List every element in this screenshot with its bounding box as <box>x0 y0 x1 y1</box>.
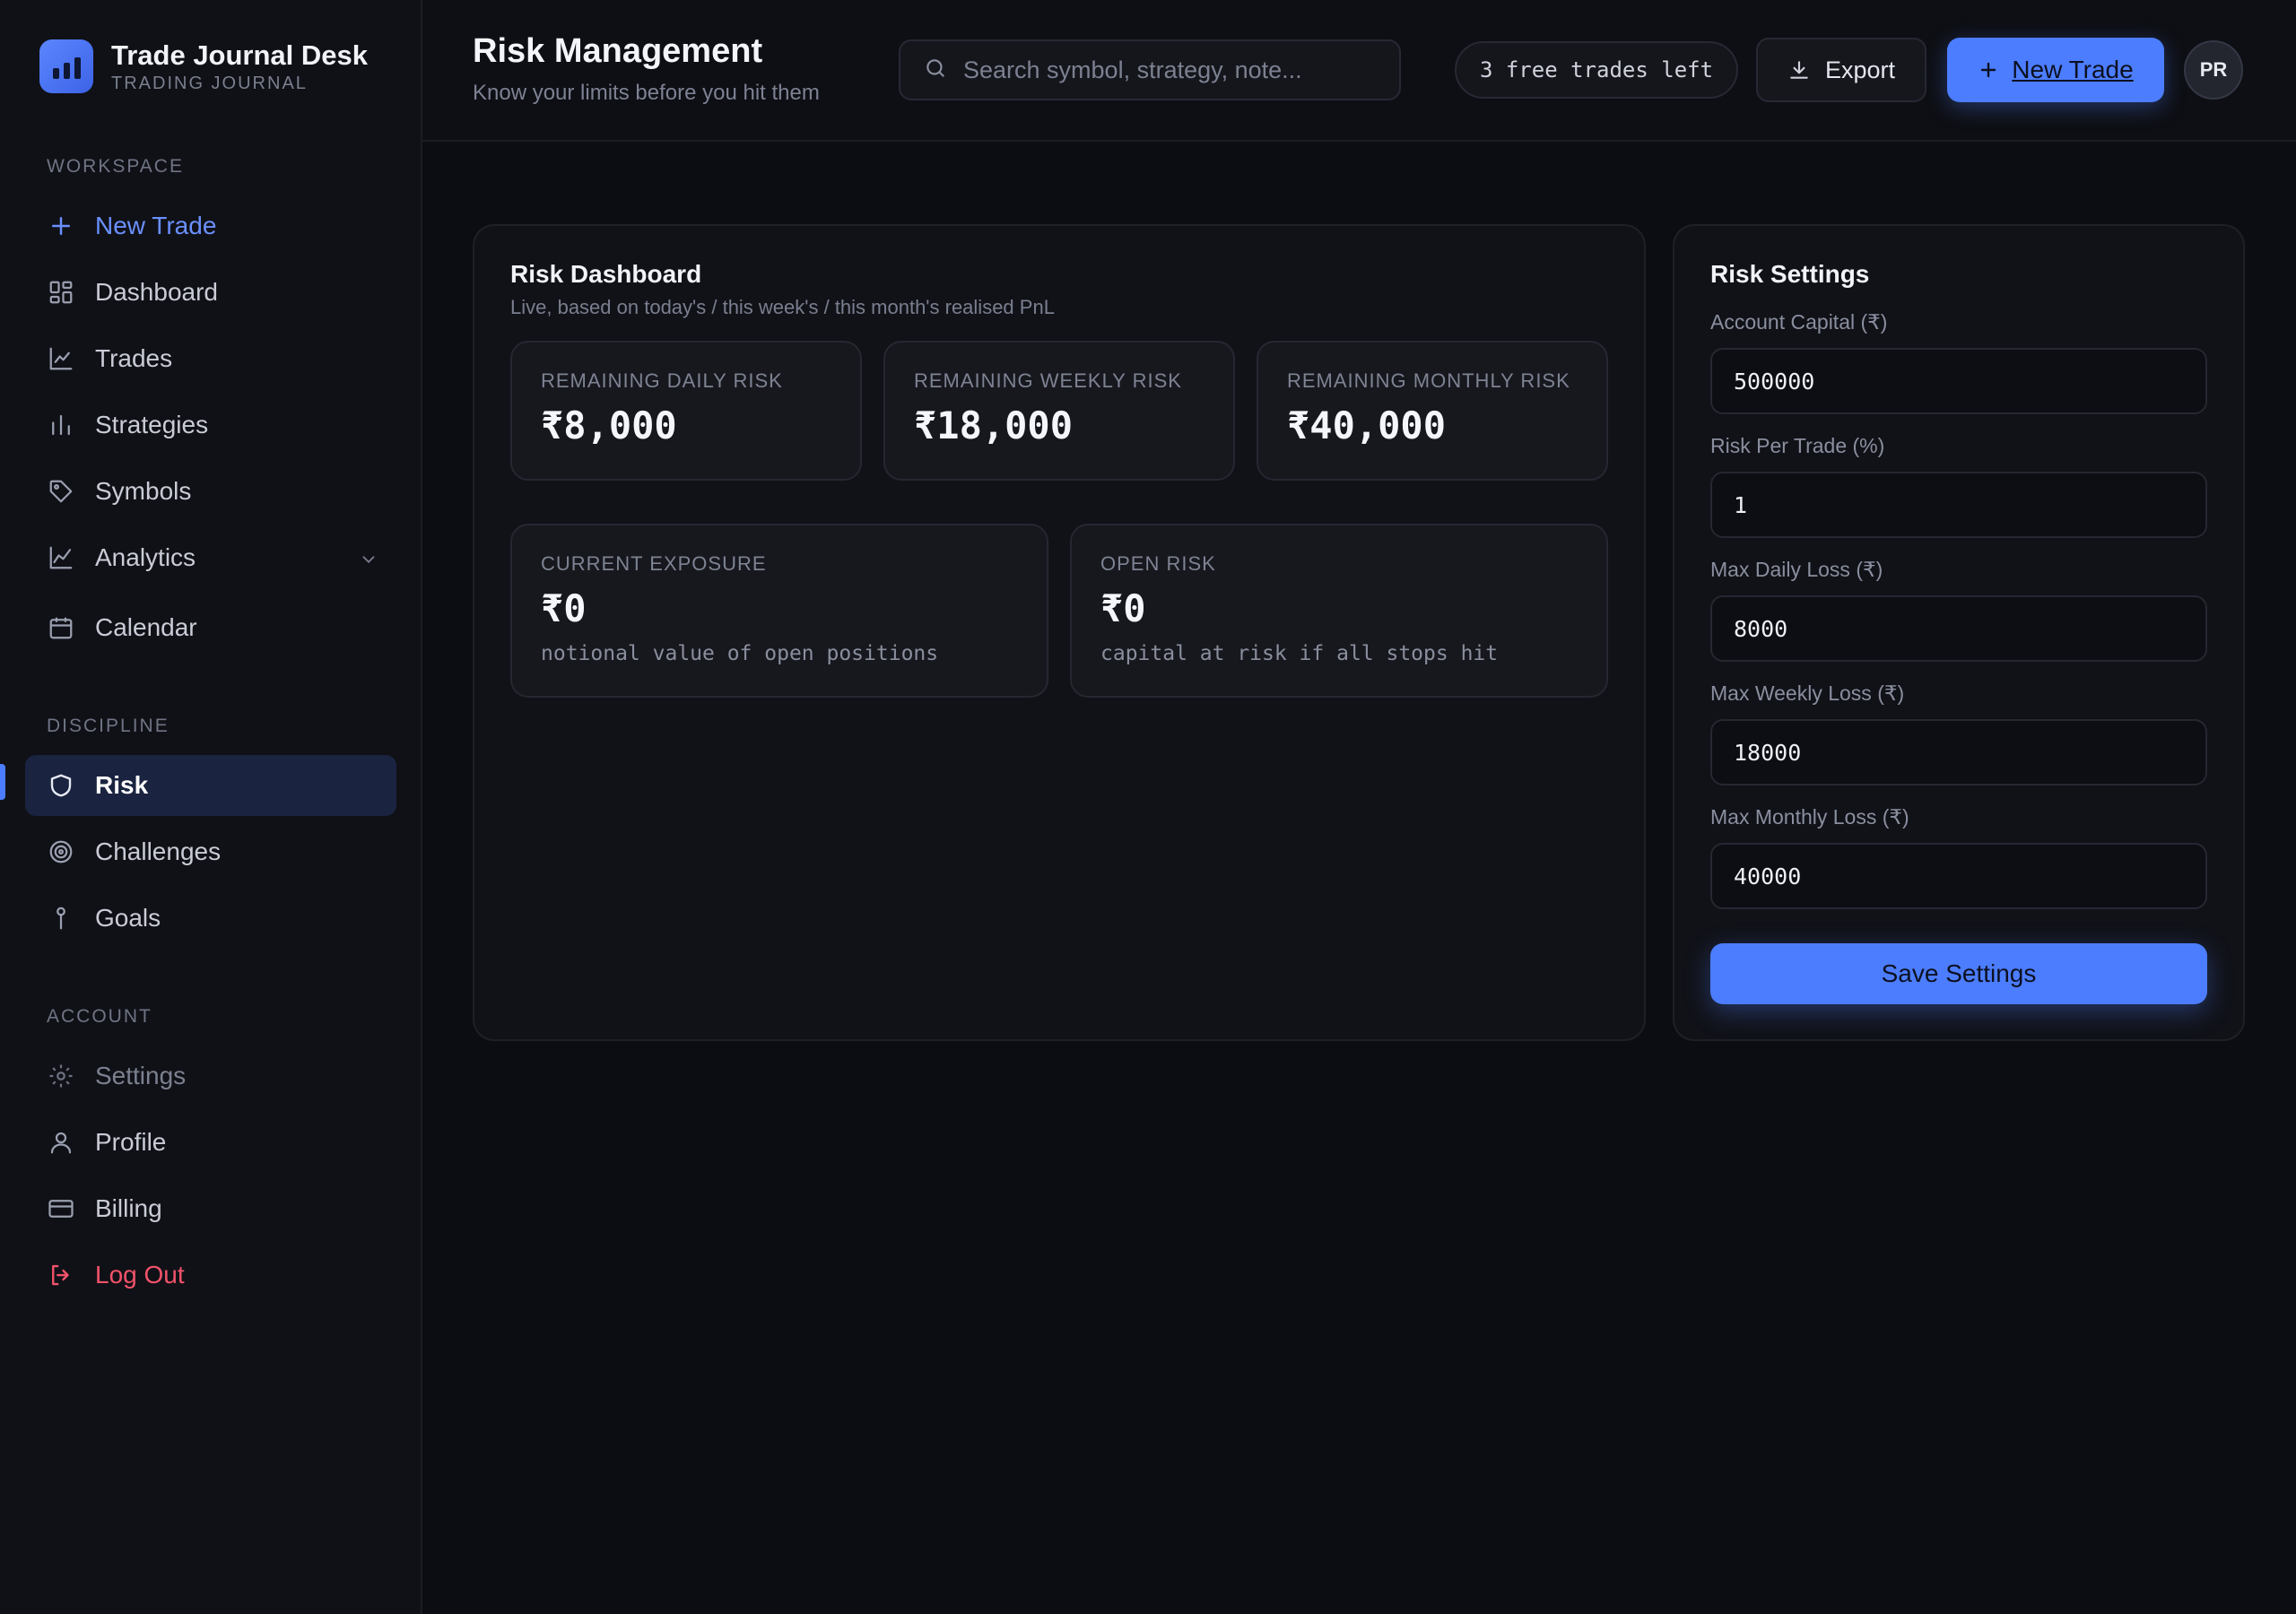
sidebar-item-calendar[interactable]: Calendar <box>25 597 396 658</box>
account-capital-field[interactable] <box>1710 348 2207 414</box>
section-label-workspace: WORKSPACE <box>47 156 184 177</box>
sidebar-item-label: Profile <box>95 1128 167 1156</box>
sidebar-item-label: Goals <box>95 904 161 932</box>
target-icon <box>47 837 75 866</box>
search-input[interactable] <box>963 56 1394 84</box>
sidebar-item-settings[interactable]: Settings <box>25 1046 396 1106</box>
stat-note: capital at risk if all stops hit <box>1100 642 1499 665</box>
risk-per-trade-field[interactable] <box>1710 472 2207 538</box>
stat-value: ₹0 <box>1100 586 1146 630</box>
page-title: Risk Management <box>473 32 763 70</box>
shield-icon <box>47 771 75 800</box>
stat-label: REMAINING DAILY RISK <box>541 369 783 392</box>
sidebar-item-label: New Trade <box>95 212 217 239</box>
section-label-account: ACCOUNT <box>47 1006 152 1027</box>
remaining-weekly-risk-card: REMAINING WEEKLY RISK ₹18,000 <box>883 341 1235 481</box>
stat-label: CURRENT EXPOSURE <box>541 552 767 575</box>
risk-per-trade-label: Risk Per Trade (%) <box>1710 434 1885 457</box>
panel-subtitle: Live, based on today's / this week's / t… <box>510 296 1055 318</box>
sidebar-item-label: Log Out <box>95 1261 185 1289</box>
analytics-icon <box>47 543 75 572</box>
max-monthly-loss-label: Max Monthly Loss (₹) <box>1710 805 1909 829</box>
sidebar-item-label: Calendar <box>95 613 197 641</box>
new-trade-button[interactable]: New Trade <box>1947 38 2164 102</box>
max-monthly-loss-field[interactable] <box>1710 843 2207 909</box>
plus-icon <box>1981 62 1996 78</box>
grid-icon <box>47 278 75 307</box>
stat-value: ₹0 <box>541 586 587 630</box>
sidebar-item-profile[interactable]: Profile <box>25 1112 396 1173</box>
sidebar-item-label: Challenges <box>95 837 222 865</box>
save-settings-button[interactable]: Save Settings <box>1710 943 2207 1004</box>
sidebar-item-risk[interactable]: Risk <box>25 755 396 816</box>
sidebar-item-trades[interactable]: Trades <box>25 328 396 389</box>
gear-icon <box>47 1062 75 1090</box>
current-exposure-card: CURRENT EXPOSURE ₹0 notional value of op… <box>510 524 1048 698</box>
tag-icon <box>47 477 75 506</box>
calendar-icon <box>47 613 75 642</box>
logout-icon <box>47 1261 75 1289</box>
download-icon <box>1790 61 1808 79</box>
sidebar-item-label: Settings <box>95 1062 187 1089</box>
stat-label: REMAINING MONTHLY RISK <box>1287 369 1570 392</box>
max-weekly-loss-label: Max Weekly Loss (₹) <box>1710 681 1905 705</box>
stat-value: ₹8,000 <box>541 404 677 447</box>
user-icon <box>47 1128 75 1157</box>
stat-label: OPEN RISK <box>1100 552 1216 575</box>
page-subtitle: Know your limits before you hit them <box>473 81 820 105</box>
sidebar-item-strategies[interactable]: Strategies <box>25 395 396 456</box>
bar-chart-logo-icon <box>39 39 93 94</box>
section-label-discipline: DISCIPLINE <box>47 716 170 736</box>
credit-card-icon <box>47 1194 75 1223</box>
sidebar-item-analytics[interactable]: Analytics <box>25 527 396 588</box>
remaining-daily-risk-card: REMAINING DAILY RISK ₹8,000 <box>510 341 862 481</box>
stat-label: REMAINING WEEKLY RISK <box>914 369 1182 392</box>
line-chart-icon <box>47 344 75 373</box>
sidebar-item-label: Symbols <box>95 477 192 505</box>
open-risk-card: OPEN RISK ₹0 capital at risk if all stop… <box>1070 524 1608 698</box>
sidebar-item-billing[interactable]: Billing <box>25 1178 396 1239</box>
sidebar: Trade Journal Desk TRADING JOURNAL WORKS… <box>0 0 422 1614</box>
top-header: Risk Management Know your limits before … <box>422 0 2296 142</box>
max-daily-loss-field[interactable] <box>1710 595 2207 662</box>
stat-note: notional value of open positions <box>541 642 939 665</box>
panel-title: Risk Settings <box>1710 260 1870 288</box>
search-box[interactable] <box>899 39 1401 100</box>
sidebar-item-label: Trades <box>95 344 173 372</box>
sidebar-item-goals[interactable]: Goals <box>25 888 396 949</box>
risk-dashboard-panel: Risk Dashboard Live, based on today's / … <box>473 224 1646 1041</box>
panel-title: Risk Dashboard <box>510 260 702 288</box>
max-daily-loss-label: Max Daily Loss (₹) <box>1710 558 1883 581</box>
avatar[interactable]: PR <box>2184 40 2243 100</box>
sidebar-item-label: Billing <box>95 1194 162 1222</box>
active-indicator <box>0 764 5 800</box>
sidebar-item-label: Strategies <box>95 411 209 438</box>
stat-value: ₹18,000 <box>914 404 1074 447</box>
stat-value: ₹40,000 <box>1287 404 1447 447</box>
account-capital-label: Account Capital (₹) <box>1710 310 1888 334</box>
export-label: Export <box>1824 56 1896 83</box>
bar-chart-icon <box>47 411 75 439</box>
sidebar-item-label: Dashboard <box>95 278 218 306</box>
max-weekly-loss-field[interactable] <box>1710 719 2207 785</box>
free-trades-badge: 3 free trades left <box>1455 41 1738 99</box>
export-button[interactable]: Export <box>1756 38 1926 102</box>
sidebar-item-challenges[interactable]: Challenges <box>25 821 396 882</box>
new-trade-label: New Trade <box>2012 56 2134 83</box>
search-icon <box>924 56 947 84</box>
brand[interactable]: Trade Journal Desk TRADING JOURNAL <box>39 39 368 94</box>
sidebar-item-label: Analytics <box>95 543 196 571</box>
risk-settings-panel: Risk Settings Account Capital (₹) Risk P… <box>1673 224 2245 1041</box>
sidebar-item-dashboard[interactable]: Dashboard <box>25 262 396 323</box>
sidebar-item-symbols[interactable]: Symbols <box>25 461 396 522</box>
chevron-down-icon[interactable] <box>359 547 378 576</box>
plus-icon <box>47 212 75 240</box>
brand-subtitle: TRADING JOURNAL <box>111 73 308 93</box>
brand-name: Trade Journal Desk <box>111 39 369 71</box>
sidebar-item-logout[interactable]: Log Out <box>25 1245 396 1306</box>
remaining-monthly-risk-card: REMAINING MONTHLY RISK ₹40,000 <box>1257 341 1608 481</box>
pin-icon <box>47 904 75 933</box>
sidebar-item-label: Risk <box>95 771 149 799</box>
sidebar-item-new-trade[interactable]: New Trade <box>25 195 396 256</box>
